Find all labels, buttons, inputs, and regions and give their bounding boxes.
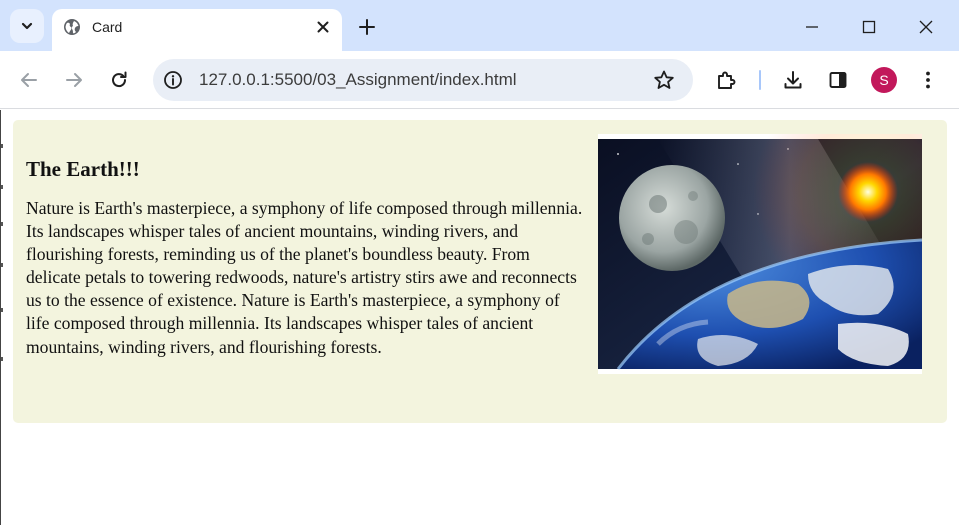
minimize-icon xyxy=(806,26,818,28)
side-panel-button[interactable] xyxy=(826,68,850,92)
reload-button[interactable] xyxy=(105,66,133,94)
space-scene-illustration xyxy=(598,134,922,370)
download-icon xyxy=(784,71,802,89)
new-tab-button[interactable] xyxy=(356,16,378,38)
gutter-mark xyxy=(1,263,3,267)
menu-button[interactable] xyxy=(916,68,940,92)
plus-icon xyxy=(359,19,375,35)
card-body: The Earth!!! Nature is Earth's masterpie… xyxy=(26,156,586,359)
reload-icon xyxy=(112,71,127,88)
back-button[interactable] xyxy=(15,66,43,94)
toolbar-separator xyxy=(759,70,761,90)
tab-card[interactable]: Card xyxy=(52,9,342,51)
gutter-mark xyxy=(1,185,3,189)
browser-toolbar: 127.0.0.1:5500/03_Assignment/index.html … xyxy=(0,51,959,109)
page-viewport: The Earth!!! Nature is Earth's masterpie… xyxy=(0,110,959,525)
tab-search-button[interactable] xyxy=(10,9,44,43)
site-info-icon[interactable] xyxy=(163,70,183,90)
downloads-button[interactable] xyxy=(781,68,805,92)
gutter-mark xyxy=(1,357,3,361)
more-vertical-icon xyxy=(926,71,930,89)
close-window-button[interactable] xyxy=(911,12,941,42)
forward-button[interactable] xyxy=(60,66,88,94)
bookmark-star-icon[interactable] xyxy=(653,69,675,91)
arrow-left-icon xyxy=(21,73,37,87)
side-panel-icon xyxy=(829,72,847,88)
close-icon xyxy=(919,20,933,34)
earth-image xyxy=(598,134,922,374)
arrow-right-icon xyxy=(66,73,82,87)
card-paragraph: Nature is Earth's masterpiece, a symphon… xyxy=(26,198,583,357)
earth-card: The Earth!!! Nature is Earth's masterpie… xyxy=(13,120,947,423)
close-tab-icon[interactable] xyxy=(315,19,331,35)
card-title: The Earth!!! xyxy=(26,157,140,181)
maximize-button[interactable] xyxy=(854,12,884,42)
tab-title: Card xyxy=(92,19,123,35)
gutter-mark xyxy=(1,308,3,312)
gutter-mark xyxy=(1,144,3,148)
extensions-button[interactable] xyxy=(714,68,738,92)
puzzle-icon xyxy=(718,71,736,89)
minimize-button[interactable] xyxy=(797,12,827,42)
tab-strip: Card xyxy=(0,0,959,51)
url-text[interactable]: 127.0.0.1:5500/03_Assignment/index.html xyxy=(199,70,517,90)
address-bar[interactable]: 127.0.0.1:5500/03_Assignment/index.html xyxy=(153,59,693,101)
profile-avatar[interactable]: S xyxy=(871,67,897,93)
gutter-mark xyxy=(1,222,3,226)
chevron-down-icon xyxy=(21,22,33,30)
globe-icon xyxy=(64,19,80,35)
maximize-icon xyxy=(862,20,876,34)
